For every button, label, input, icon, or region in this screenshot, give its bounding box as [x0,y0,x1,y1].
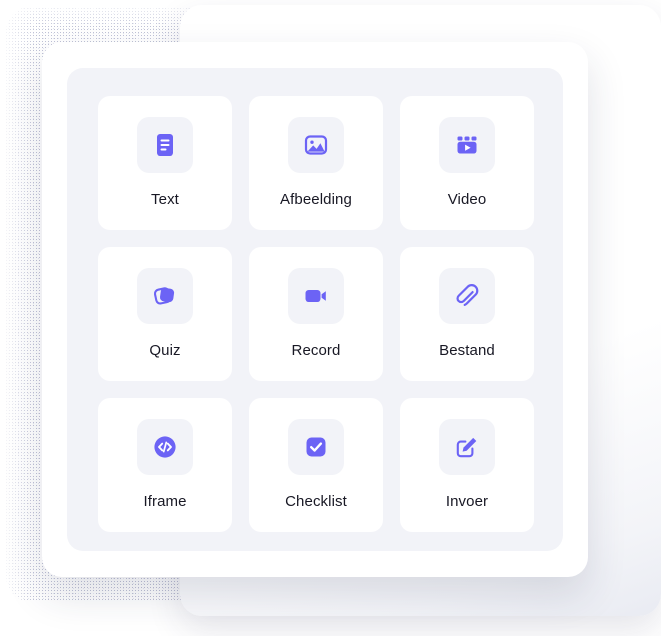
block-tile-label: Afbeelding [280,191,352,208]
block-tile-label: Bestand [439,342,495,359]
block-tile-label: Text [151,191,179,208]
block-tile-label: Iframe [143,493,187,510]
block-tile-input[interactable]: Invoer [400,398,534,532]
block-tile-label: Checklist [285,493,347,510]
video-player-icon [439,117,495,173]
block-tile-label: Record [291,342,341,359]
block-picker-card: Text Afbeelding Video Quiz Record Bestan… [42,42,588,577]
block-tile-quiz[interactable]: Quiz [98,247,232,381]
block-tile-text[interactable]: Text [98,96,232,230]
text-document-icon [137,117,193,173]
block-picker-panel: Text Afbeelding Video Quiz Record Bestan… [67,68,563,551]
video-camera-icon [288,268,344,324]
block-tile-image[interactable]: Afbeelding [249,96,383,230]
paperclip-icon [439,268,495,324]
block-tile-label: Video [447,191,487,208]
screenshot-stage: Text Afbeelding Video Quiz Record Bestan… [0,0,661,636]
checkmark-square-icon [288,419,344,475]
block-tile-video[interactable]: Video [400,96,534,230]
edit-pencil-square-icon [439,419,495,475]
image-icon [288,117,344,173]
layered-cards-icon [137,268,193,324]
block-type-grid: Text Afbeelding Video Quiz Record Bestan… [98,96,534,532]
block-tile-iframe[interactable]: Iframe [98,398,232,532]
block-tile-label: Quiz [149,342,181,359]
code-circle-icon [137,419,193,475]
block-tile-file[interactable]: Bestand [400,247,534,381]
block-tile-checklist[interactable]: Checklist [249,398,383,532]
block-tile-label: Invoer [445,493,489,510]
block-tile-record[interactable]: Record [249,247,383,381]
